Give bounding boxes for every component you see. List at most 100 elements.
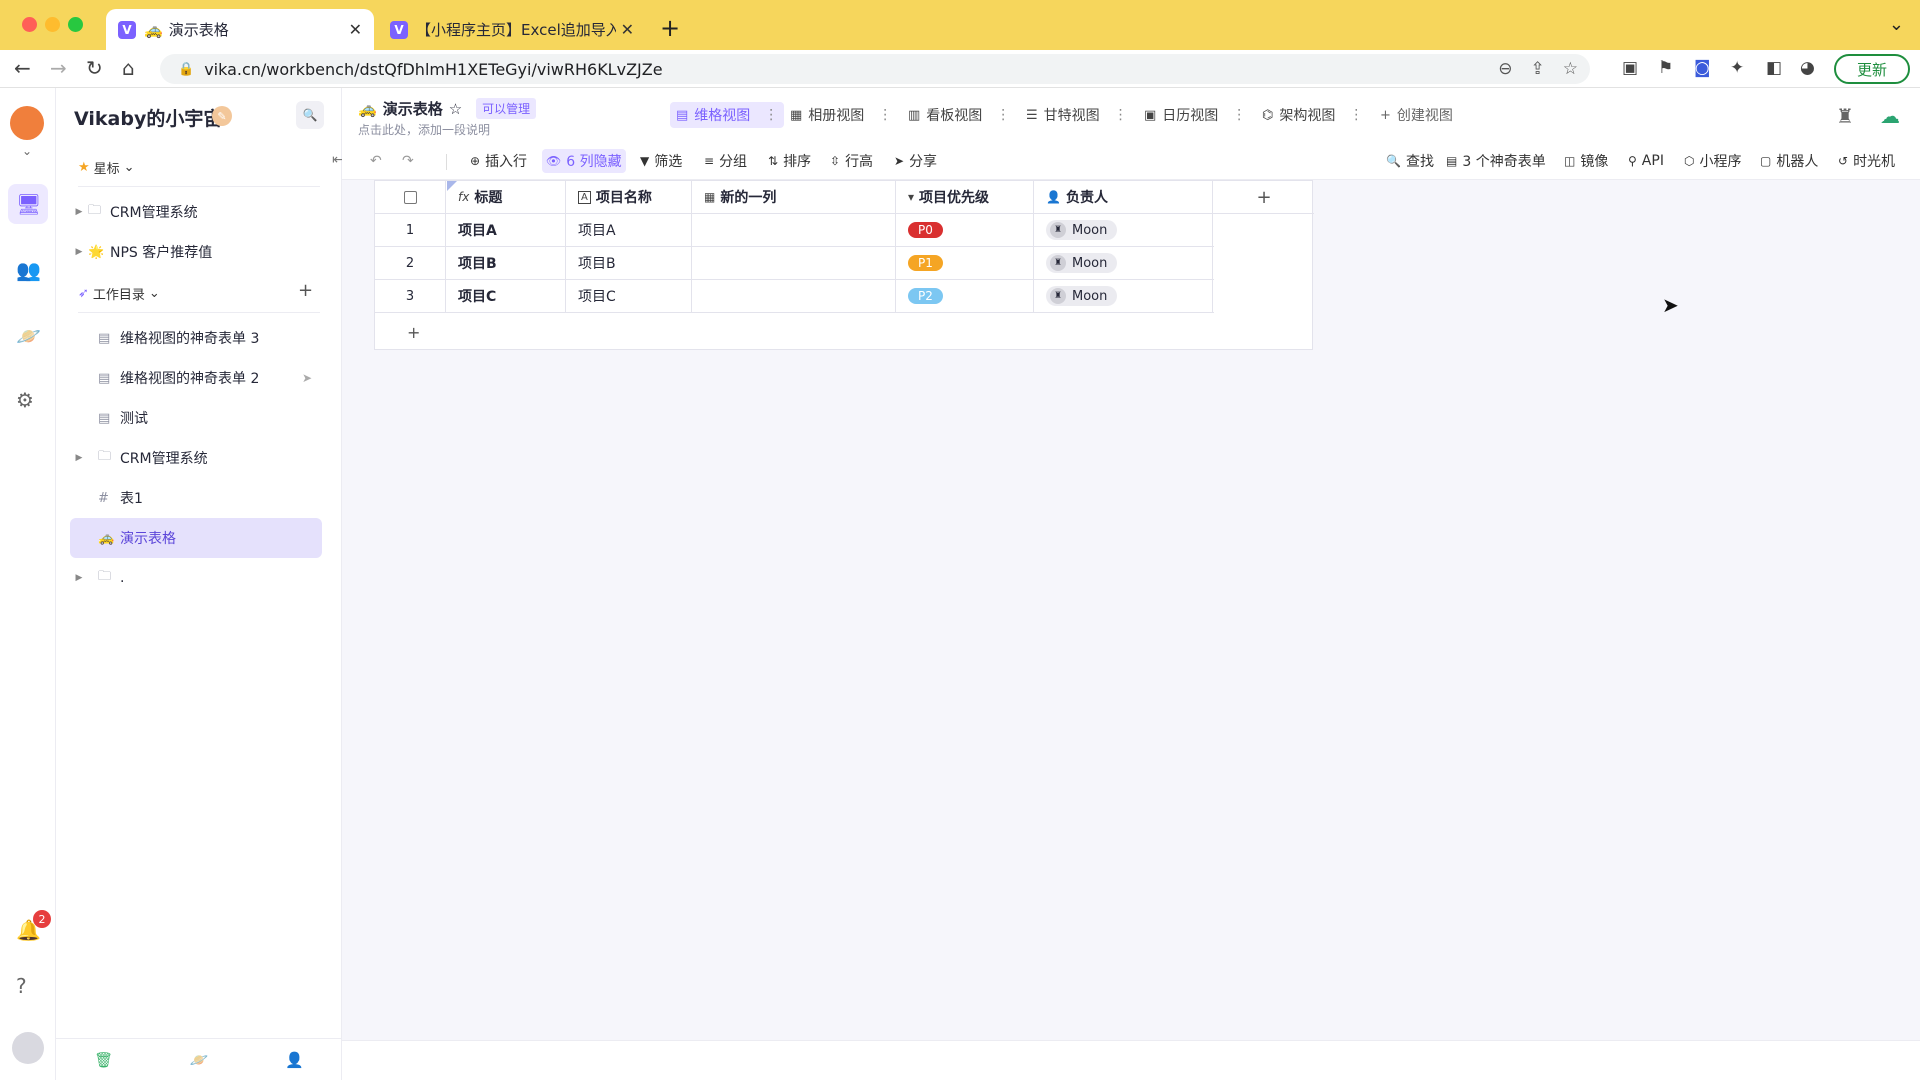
table-row[interactable]: 3 项目C 项目C P2 ♜ Moon (375, 280, 1214, 313)
sidepanel-icon[interactable]: ◧ (1766, 58, 1782, 78)
datasheet-title[interactable]: 🚕 演示表格 ☆ 可以管理 (358, 98, 537, 119)
new-tab-icon[interactable]: + (660, 14, 680, 42)
maximize-window-button[interactable] (68, 17, 83, 32)
space-name[interactable]: Vikaby的小宇宙 (74, 104, 222, 131)
widget-button[interactable]: ⬡ 小程序 (1680, 149, 1745, 173)
tree-item-table1[interactable]: # 表1 (70, 478, 322, 518)
forward-icon[interactable]: → (50, 56, 67, 80)
column-header-priority[interactable]: ▾ 项目优先级 (896, 181, 1034, 213)
cell-name[interactable]: 项目A (566, 214, 692, 246)
template-icon[interactable]: 🪐 (190, 1051, 209, 1069)
close-tab-icon[interactable]: ✕ (349, 20, 362, 39)
starred-section[interactable]: ★ 星标 ⌄ (78, 158, 135, 177)
tree-item-crm[interactable]: ▶ 🗀 CRM管理系统 (70, 438, 322, 478)
profile-avatar[interactable]: ◕ (1800, 58, 1815, 78)
cell-priority[interactable]: P2 (896, 280, 1034, 312)
tab-architecture-view[interactable]: ⌬ 架构视图 ⋮ (1256, 102, 1369, 128)
cell-owner[interactable]: ♜ Moon (1034, 214, 1213, 246)
column-header-owner[interactable]: 👤 负责人 (1034, 181, 1213, 213)
add-node-icon[interactable]: + (298, 280, 313, 301)
reload-icon[interactable]: ↻ (86, 56, 103, 80)
expand-arrow-icon[interactable]: ▶ (70, 573, 88, 583)
select-all-checkbox[interactable] (375, 181, 446, 213)
cell-name[interactable]: 项目B (566, 247, 692, 279)
more-icon[interactable]: ⋮ (1349, 107, 1363, 123)
filter-button[interactable]: ▼ 筛选 (636, 149, 686, 173)
cell-title[interactable]: 项目C (446, 280, 566, 312)
share-icon[interactable]: ⇪ (1531, 59, 1545, 79)
help-icon[interactable]: ? (16, 974, 27, 998)
column-header-newcol[interactable]: ▦ 新的一列 (692, 181, 896, 213)
column-header-title[interactable]: fx 标题 (446, 181, 566, 213)
tree-item-form-3[interactable]: ▤ 维格视图的神奇表单 3 (70, 318, 322, 358)
mirror-button[interactable]: ◫ 镜像 (1560, 149, 1612, 173)
zoom-icon[interactable]: ⊖ (1498, 59, 1512, 79)
space-logo[interactable] (10, 106, 44, 140)
cell-title[interactable]: 项目A (446, 214, 566, 246)
send-icon[interactable]: ➤ (302, 371, 312, 385)
cell-owner[interactable]: ♜ Moon (1034, 247, 1213, 279)
tab-kanban-view[interactable]: ▥ 看板视图 ⋮ (902, 102, 1016, 128)
hidden-columns-button[interactable]: 👁 6 列隐藏 (542, 149, 626, 173)
starred-item-nps[interactable]: ▶ 🌟 NPS 客户推荐值 (70, 232, 322, 272)
tree-item-demo-table[interactable]: 🚕 演示表格 (70, 518, 322, 558)
cloud-sync-icon[interactable]: ☁ (1880, 104, 1900, 128)
back-icon[interactable]: ← (14, 56, 31, 80)
edit-space-icon[interactable]: ✎ (212, 106, 232, 126)
api-button[interactable]: ⚲ API (1624, 149, 1668, 173)
tab-gantt-view[interactable]: ☰ 甘特视图 ⋮ (1020, 102, 1134, 128)
extension-blue-icon[interactable]: ◙ (1694, 58, 1711, 78)
more-icon[interactable]: ⋮ (996, 107, 1010, 123)
cell-priority[interactable]: P1 (896, 247, 1034, 279)
more-icon[interactable]: ⋮ (878, 107, 892, 123)
datasheet-description[interactable]: 点击此处，添加一段说明 (358, 121, 490, 138)
browser-tab-active[interactable]: V 🚕 演示表格 ✕ (106, 9, 374, 50)
collaborator-avatar[interactable]: ♜ (1836, 104, 1854, 128)
extension-image-icon[interactable]: ▣ (1622, 58, 1638, 78)
forms-button[interactable]: ▤ 3 个神奇表单 (1442, 149, 1550, 173)
row-height-button[interactable]: ⇳ 行高 (826, 149, 877, 173)
create-view-button[interactable]: + 创建视图 (1374, 102, 1459, 128)
close-window-button[interactable] (22, 17, 37, 32)
url-bar[interactable]: 🔒 vika.cn/workbench/dstQfDhlmH1XETeGyi/v… (160, 54, 1590, 84)
tree-item-test[interactable]: ▤ 测试 (70, 398, 322, 438)
add-row-button[interactable]: + (375, 316, 1214, 349)
expand-arrow-icon[interactable]: ▶ (70, 207, 88, 217)
cell-newcol[interactable] (692, 247, 896, 279)
table-row[interactable]: 1 项目A 项目A P0 ♜ Moon (375, 214, 1214, 247)
extension-flag-icon[interactable]: ⚑ (1658, 58, 1673, 78)
starred-item-crm[interactable]: ▶ 🗀 CRM管理系统 (70, 192, 322, 232)
home-icon[interactable]: ⌂ (122, 56, 135, 80)
more-icon[interactable]: ⋮ (1232, 107, 1246, 123)
favorite-star-icon[interactable]: ☆ (449, 100, 462, 118)
more-icon[interactable]: ⋮ (764, 107, 778, 123)
redo-icon[interactable]: ↷ (398, 149, 418, 173)
extensions-puzzle-icon[interactable]: ✦ (1730, 58, 1744, 78)
minimize-window-button[interactable] (45, 17, 60, 32)
group-button[interactable]: ≡ 分组 (700, 149, 751, 173)
chevron-down-icon[interactable]: ⌄ (1889, 14, 1904, 35)
tree-item-dot-folder[interactable]: ▶ 🗀 . (70, 558, 322, 598)
cell-priority[interactable]: P0 (896, 214, 1034, 246)
search-icon[interactable]: 🔍 (296, 101, 324, 129)
share-button[interactable]: ➤ 分享 (890, 149, 941, 173)
find-button[interactable]: 🔍 查找 (1382, 149, 1438, 173)
cell-newcol[interactable] (692, 280, 896, 312)
timemachine-button[interactable]: ↺ 时光机 (1834, 149, 1899, 173)
expand-arrow-icon[interactable]: ▶ (70, 453, 88, 463)
column-header-name[interactable]: A 项目名称 (566, 181, 692, 213)
workbench-icon[interactable]: 🖥 (16, 192, 41, 216)
tab-grid-view[interactable]: ▤ 维格视图 ⋮ (670, 102, 785, 128)
cell-newcol[interactable] (692, 214, 896, 246)
cell-title[interactable]: 项目B (446, 247, 566, 279)
workdir-section[interactable]: ➶ 工作目录 ⌄ (78, 284, 160, 303)
expand-arrow-icon[interactable]: ▶ (70, 247, 88, 257)
sort-button[interactable]: ⇅ 排序 (764, 149, 815, 173)
bookmark-star-icon[interactable]: ☆ (1563, 59, 1578, 79)
settings-icon[interactable]: ⚙ (16, 388, 34, 412)
members-icon[interactable]: 👥 (16, 258, 41, 282)
browser-tab[interactable]: V 【小程序主页】Excel追加导入 - ✕ (378, 9, 646, 50)
tab-calendar-view[interactable]: ▣ 日历视图 ⋮ (1138, 102, 1252, 128)
undo-icon[interactable]: ↶ (366, 149, 386, 173)
invite-member-icon[interactable]: 👤 (285, 1051, 304, 1069)
